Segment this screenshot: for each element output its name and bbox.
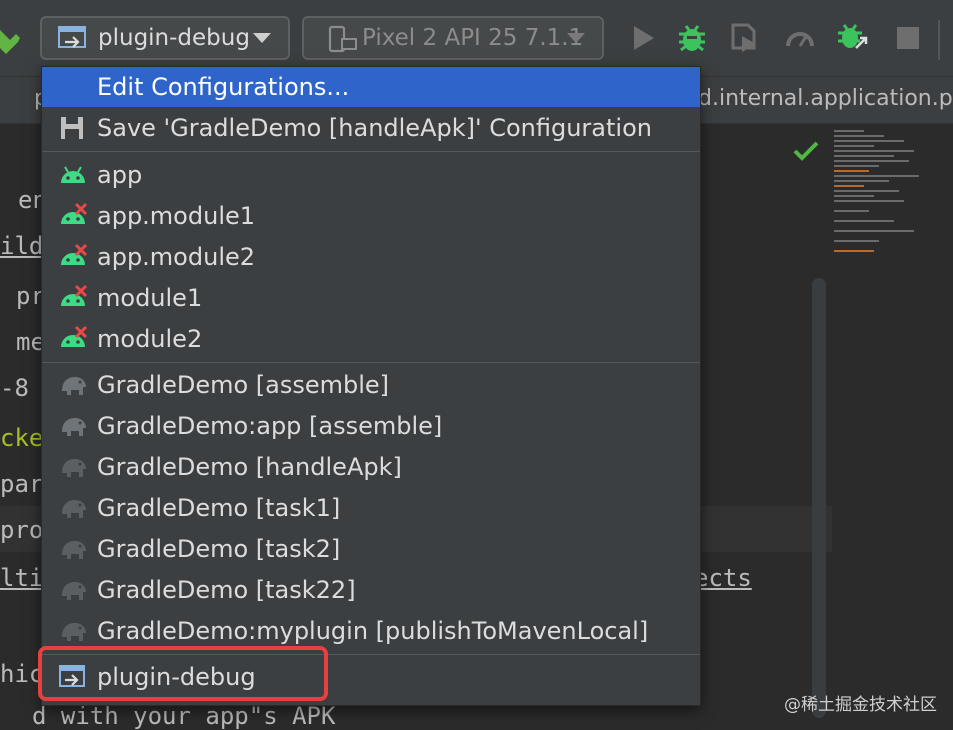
code-line: lti [0, 564, 44, 592]
menu-item-label: GradleDemo [task2] [97, 535, 341, 563]
inspection-ok-icon[interactable] [793, 140, 819, 162]
menu-item-label: Edit Configurations... [97, 73, 350, 101]
gradle-elephant-icon [62, 623, 86, 641]
coverage-icon[interactable] [728, 22, 760, 54]
gradle-elephant-icon [62, 377, 86, 395]
gradle-config-item[interactable]: GradleDemo:app [assemble] [42, 406, 700, 446]
code-line: ects [694, 564, 752, 592]
android-config-item[interactable]: app.module1 [42, 196, 700, 236]
run-configuration-selector[interactable]: plugin-debug [40, 16, 290, 60]
jar-application-icon [58, 26, 86, 48]
editor-tab-partial[interactable]: d.internal.application.p [698, 86, 953, 111]
device-selector[interactable]: Pixel 2 API 25 7.1.1 [302, 16, 604, 60]
run-configuration-label: plugin-debug [98, 25, 250, 51]
watermark: @稀土掘金技术社区 [784, 695, 937, 715]
run-icon[interactable] [628, 22, 660, 54]
profile-icon[interactable] [784, 22, 816, 54]
gradle-elephant-icon [62, 582, 86, 600]
android-error-icon [61, 243, 88, 265]
gradle-config-item[interactable]: GradleDemo [handleApk] [42, 447, 700, 487]
menu-item-label: GradleDemo:myplugin [publishToMavenLocal… [97, 617, 649, 645]
code-line: ild [0, 232, 44, 260]
hammer-icon[interactable] [0, 24, 22, 54]
android-config-item[interactable]: app [42, 155, 700, 195]
android-config-item[interactable]: module1 [42, 278, 700, 318]
android-error-icon [61, 202, 88, 224]
code-line: pro [0, 516, 44, 544]
gradle-elephant-icon [62, 459, 86, 477]
gradle-config-item[interactable]: GradleDemo [task22] [42, 570, 700, 610]
gradle-config-item[interactable]: GradleDemo [task2] [42, 529, 700, 569]
debug-icon[interactable] [676, 22, 708, 54]
menu-item-label: module2 [97, 325, 203, 353]
android-config-item[interactable]: module2 [42, 319, 700, 359]
gradle-elephant-icon [62, 500, 86, 518]
menu-item-label: GradleDemo [task22] [97, 576, 356, 604]
code-line: d with your app"s APK [32, 702, 336, 730]
gradle-elephant-icon [62, 541, 86, 559]
highlight-annotation-box [38, 646, 328, 701]
edit-configurations-item[interactable]: Edit Configurations... [42, 67, 700, 107]
stop-icon[interactable] [892, 22, 924, 54]
chevron-down-icon [567, 33, 585, 43]
menu-item-label: Save 'GradleDemo [handleApk]' Configurat… [97, 114, 652, 142]
menu-item-label: GradleDemo [assemble] [97, 371, 390, 399]
code-line: cke [0, 424, 44, 452]
code-line: par [0, 470, 44, 498]
android-icon [61, 166, 85, 183]
android-error-icon [61, 325, 88, 347]
chevron-down-icon [253, 33, 271, 43]
android-config-item[interactable]: app.module2 [42, 237, 700, 277]
menu-item-label: app [97, 161, 143, 189]
menu-item-label: app.module1 [97, 202, 256, 230]
menu-item-label: app.module2 [97, 243, 256, 271]
android-error-icon [61, 284, 88, 306]
device-label: Pixel 2 API 25 7.1.1 [362, 25, 584, 51]
menu-item-label: GradleDemo [task1] [97, 494, 341, 522]
menu-item-label: GradleDemo [handleApk] [97, 453, 402, 481]
code-line: hic [0, 660, 44, 688]
menu-divider [42, 151, 700, 152]
attach-debugger-icon[interactable] [836, 22, 868, 54]
menu-divider [42, 362, 700, 363]
run-configuration-popup: Edit Configurations... Save 'GradleDemo … [41, 66, 701, 706]
toolbar-separator [938, 20, 940, 60]
code-line: -8 [0, 374, 29, 402]
editor-scrollbar[interactable] [812, 278, 826, 718]
gradle-config-item[interactable]: GradleDemo [task1] [42, 488, 700, 528]
code-minimap[interactable] [832, 128, 922, 258]
gradle-config-item[interactable]: GradleDemo [assemble] [42, 365, 700, 405]
gradle-config-item[interactable]: GradleDemo:myplugin [publishToMavenLocal… [42, 611, 700, 651]
save-configuration-item[interactable]: Save 'GradleDemo [handleApk]' Configurat… [42, 108, 700, 148]
gradle-elephant-icon [62, 418, 86, 436]
menu-item-label: module1 [97, 284, 203, 312]
device-icon [328, 25, 357, 53]
menu-item-label: GradleDemo:app [assemble] [97, 412, 443, 440]
save-icon [61, 117, 83, 139]
